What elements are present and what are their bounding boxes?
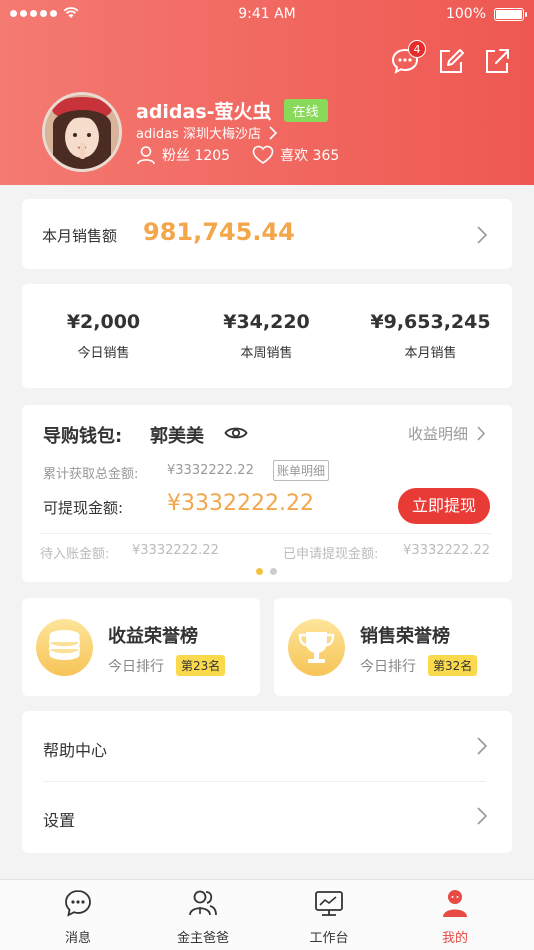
- chat-icon: [65, 890, 91, 917]
- battery-icon: [494, 7, 527, 21]
- withdrawable-label: 可提现金额:: [43, 499, 124, 517]
- tab-workbench[interactable]: 工作台: [262, 880, 396, 950]
- menu-item-settings[interactable]: 设置: [22, 781, 512, 851]
- menu-item-help[interactable]: 帮助中心: [22, 711, 512, 781]
- share-icon: [486, 49, 509, 73]
- message-button[interactable]: 4: [390, 40, 426, 76]
- earnings-detail-link[interactable]: 收益明细: [408, 423, 486, 444]
- trophy-icon: [288, 619, 345, 676]
- settings-menu: 帮助中心 设置: [22, 711, 512, 853]
- tab-messages[interactable]: 消息: [11, 880, 145, 950]
- message-badge: 4: [408, 40, 426, 58]
- fans-stat[interactable]: 粉丝 1205: [136, 145, 230, 165]
- total-earned-label: 累计获取总金额:: [43, 467, 139, 482]
- wallet-card: 导购钱包: 郭美美 收益明细 累计获取总金额: ¥3332222.22 账单明细…: [22, 405, 512, 582]
- sales-label: 本周销售: [240, 346, 293, 361]
- tab-bar: 消息 金主爸爸 工作台 我的: [0, 879, 534, 950]
- chevron-right-icon: [477, 807, 488, 825]
- tab-label: 消息: [64, 931, 91, 946]
- wallet-title: 导购钱包:: [43, 426, 123, 447]
- sales-amount: ¥34,220: [223, 311, 310, 333]
- sales-month[interactable]: ¥9,653,245 本月销售: [349, 311, 512, 361]
- store-name: adidas 深圳大梅沙店: [136, 127, 261, 142]
- profile-name-row: adidas-萤火虫 在线: [136, 97, 328, 124]
- wallet-owner: 郭美美: [150, 426, 204, 447]
- total-earned-value: ¥3332222.22: [167, 463, 254, 478]
- heart-outline-icon: [252, 145, 274, 164]
- rank-badge: 第23名: [176, 655, 226, 676]
- likes-label: 喜欢 365: [280, 148, 340, 164]
- store-link[interactable]: adidas 深圳大梅沙店: [136, 123, 279, 142]
- avatar-image: [45, 95, 119, 169]
- pending-label: 待入账金额:: [40, 547, 110, 562]
- profile-stats: 粉丝 1205 喜欢 365: [136, 145, 339, 165]
- chevron-right-icon: [477, 226, 488, 244]
- sales-amount: ¥9,653,245: [370, 311, 491, 333]
- sales-label: 本月销售: [404, 346, 457, 361]
- profile-name: adidas-萤火虫: [136, 101, 272, 123]
- withdrawable-value: ¥3332222.22: [167, 491, 314, 516]
- likes-stat[interactable]: 喜欢 365: [252, 145, 339, 165]
- applied-value: ¥3332222.22: [403, 543, 490, 558]
- menu-item-label: 设置: [43, 811, 76, 830]
- sales-label: 今日销售: [77, 346, 130, 361]
- sales-summary-card: ¥2,000 今日销售 ¥34,220 本周销售 ¥9,653,245 本月销售: [22, 284, 512, 388]
- eye-icon[interactable]: [224, 424, 248, 442]
- menu-item-label: 帮助中心: [43, 741, 108, 760]
- monthly-sales-card[interactable]: 本月销售额 981,745.44: [22, 199, 512, 269]
- edit-button[interactable]: [436, 46, 466, 76]
- applied-label: 已申请提现金额:: [283, 547, 379, 562]
- sales-honor-card[interactable]: 销售荣誉榜 今日排行 第32名: [274, 598, 512, 696]
- page-dot-active: [256, 568, 263, 575]
- tab-label: 金主爸爸: [176, 931, 229, 946]
- divider: [40, 533, 492, 534]
- tab-profile[interactable]: 我的: [388, 880, 522, 950]
- profile-header: 9:41 AM 100% 4 adidas-萤火虫 在线 adidas 深圳大梅…: [0, 0, 534, 185]
- sales-week[interactable]: ¥34,220 本周销售: [185, 311, 348, 361]
- earnings-detail-label: 收益明细: [407, 425, 468, 443]
- share-button[interactable]: [482, 46, 512, 76]
- monitor-icon: [315, 891, 343, 916]
- edit-icon: [440, 49, 464, 73]
- battery-percent: 100%: [445, 6, 486, 22]
- withdraw-button[interactable]: 立即提现: [398, 488, 490, 524]
- sales-today[interactable]: ¥2,000 今日销售: [22, 311, 185, 361]
- monthly-sales-label: 本月销售额: [42, 227, 118, 245]
- chevron-right-icon: [477, 737, 488, 755]
- users-icon: [189, 890, 217, 916]
- honor-title: 销售荣誉榜: [360, 626, 450, 647]
- earnings-honor-card[interactable]: 收益荣誉榜 今日排行 第23名: [22, 598, 260, 696]
- avatar[interactable]: [42, 92, 122, 172]
- tab-label: 我的: [441, 931, 468, 946]
- header-actions: 4: [390, 40, 512, 76]
- battery-indicator: 100%: [445, 6, 527, 22]
- tab-label: 工作台: [309, 931, 349, 946]
- honor-title: 收益荣誉榜: [108, 626, 198, 647]
- chevron-right-icon: [269, 125, 278, 140]
- page-indicator[interactable]: [256, 568, 277, 575]
- pending-value: ¥3332222.22: [132, 543, 219, 558]
- sales-amount: ¥2,000: [66, 311, 141, 333]
- monthly-sales-value: 981,745.44: [143, 218, 295, 246]
- tab-sponsors[interactable]: 金主爸爸: [136, 880, 270, 950]
- chevron-right-icon: [477, 426, 486, 441]
- rank-badge: 第32名: [428, 655, 478, 676]
- bill-detail-button[interactable]: 账单明细: [273, 460, 330, 481]
- honor-subtitle: 今日排行: [360, 659, 416, 675]
- status-badge: 在线: [283, 99, 328, 122]
- status-bar: 9:41 AM 100%: [0, 0, 534, 30]
- fans-label: 粉丝 1205: [162, 148, 231, 164]
- coins-icon: [36, 619, 93, 676]
- honor-subtitle: 今日排行: [108, 659, 164, 675]
- person-icon: [443, 890, 467, 917]
- page-dot: [270, 568, 277, 575]
- person-outline-icon: [137, 146, 155, 165]
